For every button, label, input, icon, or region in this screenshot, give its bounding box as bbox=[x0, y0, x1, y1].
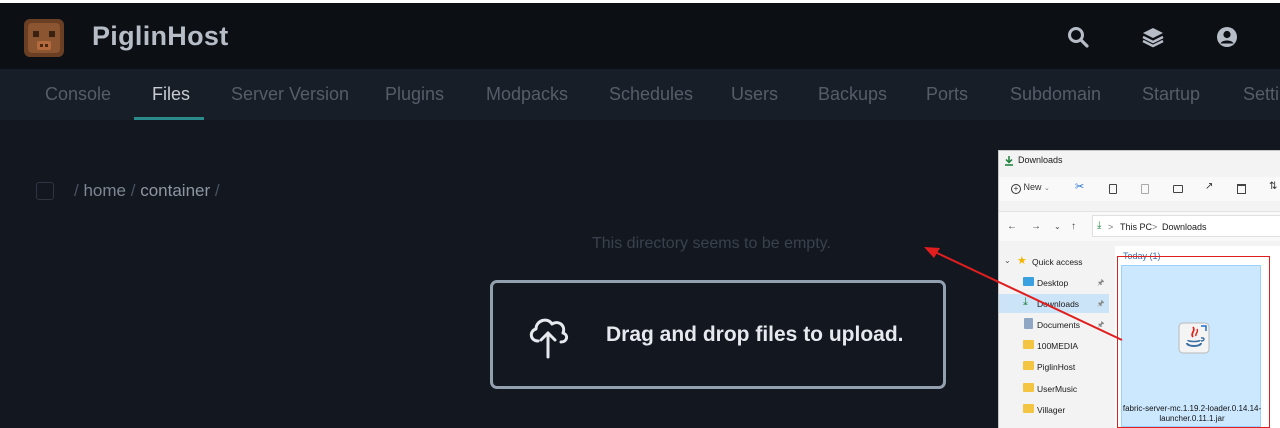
breadcrumb-separator: / bbox=[214, 181, 220, 200]
rename-icon[interactable] bbox=[1173, 185, 1183, 193]
search-icon[interactable] bbox=[1066, 25, 1090, 49]
nav-item-documents[interactable]: Documents 🖈 bbox=[999, 315, 1109, 334]
new-button[interactable]: + New ⌄ bbox=[1011, 182, 1050, 194]
chevron-down-icon: ⌄ bbox=[1004, 256, 1011, 265]
tab-server-version[interactable]: Server Version bbox=[231, 84, 349, 105]
folder-icon bbox=[1023, 383, 1034, 392]
tab-modpacks[interactable]: Modpacks bbox=[486, 84, 568, 105]
plus-circle-icon: + bbox=[1011, 184, 1021, 194]
empty-directory-message: This directory seems to be empty. bbox=[592, 235, 831, 252]
nav-item-100media[interactable]: 100MEDIA bbox=[999, 336, 1109, 355]
path-separator: > bbox=[1108, 222, 1114, 232]
forward-arrow-icon[interactable]: → bbox=[1031, 221, 1041, 232]
tab-ports[interactable]: Ports bbox=[926, 84, 968, 105]
explorer-file-pane: Today (1) fabric-server-mc.1.19.2-loader… bbox=[1115, 246, 1280, 428]
nav-label: Desktop bbox=[1037, 278, 1069, 288]
breadcrumb-container[interactable]: container bbox=[140, 181, 210, 200]
new-button-label: New bbox=[1023, 182, 1042, 192]
cut-icon[interactable]: ✂ bbox=[1075, 180, 1084, 193]
folder-icon bbox=[1023, 340, 1034, 349]
tab-subdomain[interactable]: Subdomain bbox=[1010, 84, 1101, 105]
share-icon[interactable]: ↗ bbox=[1205, 181, 1213, 192]
documents-icon bbox=[1024, 318, 1033, 329]
tab-bar: Console Files Server Version Plugins Mod… bbox=[0, 69, 1280, 120]
paste-icon[interactable] bbox=[1141, 184, 1149, 194]
tab-schedules[interactable]: Schedules bbox=[609, 84, 693, 105]
explorer-title: Downloads bbox=[1018, 155, 1063, 165]
up-arrow-icon[interactable]: ↑ bbox=[1071, 221, 1076, 232]
recent-chevron-icon[interactable]: ⌄ bbox=[1054, 222, 1061, 231]
back-arrow-icon[interactable]: ← bbox=[1007, 221, 1017, 232]
pin-icon: 🖈 bbox=[1097, 299, 1105, 308]
nav-label: Documents bbox=[1037, 320, 1080, 330]
folder-icon bbox=[1023, 404, 1034, 413]
download-icon: ⤓ bbox=[1023, 296, 1028, 308]
account-icon[interactable] bbox=[1215, 25, 1239, 49]
download-icon: ⤓ bbox=[1097, 220, 1102, 231]
tab-console[interactable]: Console bbox=[45, 84, 111, 105]
select-all-checkbox[interactable] bbox=[36, 182, 54, 200]
explorer-toolbar: + New ⌄ ✂ ↗ ⇅ bbox=[999, 177, 1280, 201]
tab-files[interactable]: Files bbox=[152, 84, 190, 105]
upload-drop-zone[interactable]: Drag and drop files to upload. bbox=[490, 280, 946, 389]
nav-item-villager[interactable]: Villager bbox=[999, 400, 1109, 419]
pin-icon: 🖈 bbox=[1097, 320, 1105, 329]
tab-users[interactable]: Users bbox=[731, 84, 778, 105]
path-separator: > bbox=[1152, 222, 1158, 232]
nav-item-piglinhost[interactable]: PiglinHost bbox=[999, 357, 1109, 376]
cloud-upload-icon bbox=[529, 318, 569, 359]
download-icon bbox=[1005, 156, 1013, 166]
explorer-window: Downloads + New ⌄ ✂ ↗ ⇅ ← → ⌄ ↑ ⤓ > This… bbox=[998, 150, 1280, 428]
nav-label: UserMusic bbox=[1037, 384, 1078, 394]
chevron-down-icon: ⌄ bbox=[1044, 185, 1050, 192]
nav-item-desktop[interactable]: Desktop 🖈 bbox=[999, 273, 1109, 292]
file-item[interactable]: fabric-server-mc.1.19.2-loader.0.14.14-l… bbox=[1121, 265, 1261, 427]
path-downloads[interactable]: Downloads bbox=[1162, 222, 1207, 232]
breadcrumb-home[interactable]: home bbox=[83, 181, 126, 200]
app-title: PiglinHost bbox=[92, 21, 229, 51]
explorer-address-bar: ← → ⌄ ↑ ⤓ > This PC > Downloads bbox=[999, 211, 1280, 241]
address-path-field[interactable]: ⤓ > This PC > Downloads bbox=[1092, 215, 1280, 237]
breadcrumb-separator: / bbox=[130, 181, 136, 200]
pin-icon: 🖈 bbox=[1097, 278, 1105, 287]
folder-icon bbox=[1023, 361, 1034, 370]
nav-label: PiglinHost bbox=[1037, 362, 1076, 372]
tab-settings[interactable]: Setti bbox=[1243, 84, 1279, 105]
star-icon: ★ bbox=[1017, 255, 1027, 267]
nav-label: 100MEDIA bbox=[1037, 341, 1079, 351]
nav-item-usermusic[interactable]: UserMusic bbox=[999, 379, 1109, 398]
nav-label: Quick access bbox=[1032, 257, 1083, 267]
breadcrumb-separator: / bbox=[74, 181, 79, 200]
layers-icon[interactable] bbox=[1141, 25, 1165, 49]
desktop-folder-icon bbox=[1023, 277, 1034, 286]
copy-icon[interactable] bbox=[1109, 184, 1117, 194]
nav-item-quick-access[interactable]: ⌄ ★ Quick access bbox=[999, 252, 1109, 271]
tab-backups[interactable]: Backups bbox=[818, 84, 887, 105]
file-name: fabric-server-mc.1.19.2-loader.0.14.14-l… bbox=[1122, 404, 1262, 423]
breadcrumb: / home / container / bbox=[74, 181, 220, 201]
header-bar: PiglinHost bbox=[0, 3, 1280, 69]
delete-icon[interactable] bbox=[1237, 184, 1246, 194]
tab-startup[interactable]: Startup bbox=[1142, 84, 1200, 105]
java-jar-icon bbox=[1178, 322, 1210, 354]
nav-item-downloads[interactable]: ⤓ Downloads 🖈 bbox=[999, 294, 1109, 313]
sort-icon[interactable]: ⇅ bbox=[1269, 181, 1277, 192]
path-this-pc[interactable]: This PC bbox=[1120, 222, 1152, 232]
group-header: Today (1) bbox=[1123, 251, 1161, 261]
nav-label: Downloads bbox=[1037, 299, 1080, 309]
explorer-nav-pane: ⌄ ★ Quick access Desktop 🖈 ⤓ Downloads 🖈… bbox=[999, 246, 1113, 428]
explorer-titlebar: Downloads bbox=[999, 151, 1280, 171]
tab-plugins[interactable]: Plugins bbox=[385, 84, 444, 105]
drop-zone-label: Drag and drop files to upload. bbox=[606, 323, 904, 346]
piglin-logo-icon bbox=[24, 19, 64, 57]
nav-label: Villager bbox=[1037, 405, 1066, 415]
